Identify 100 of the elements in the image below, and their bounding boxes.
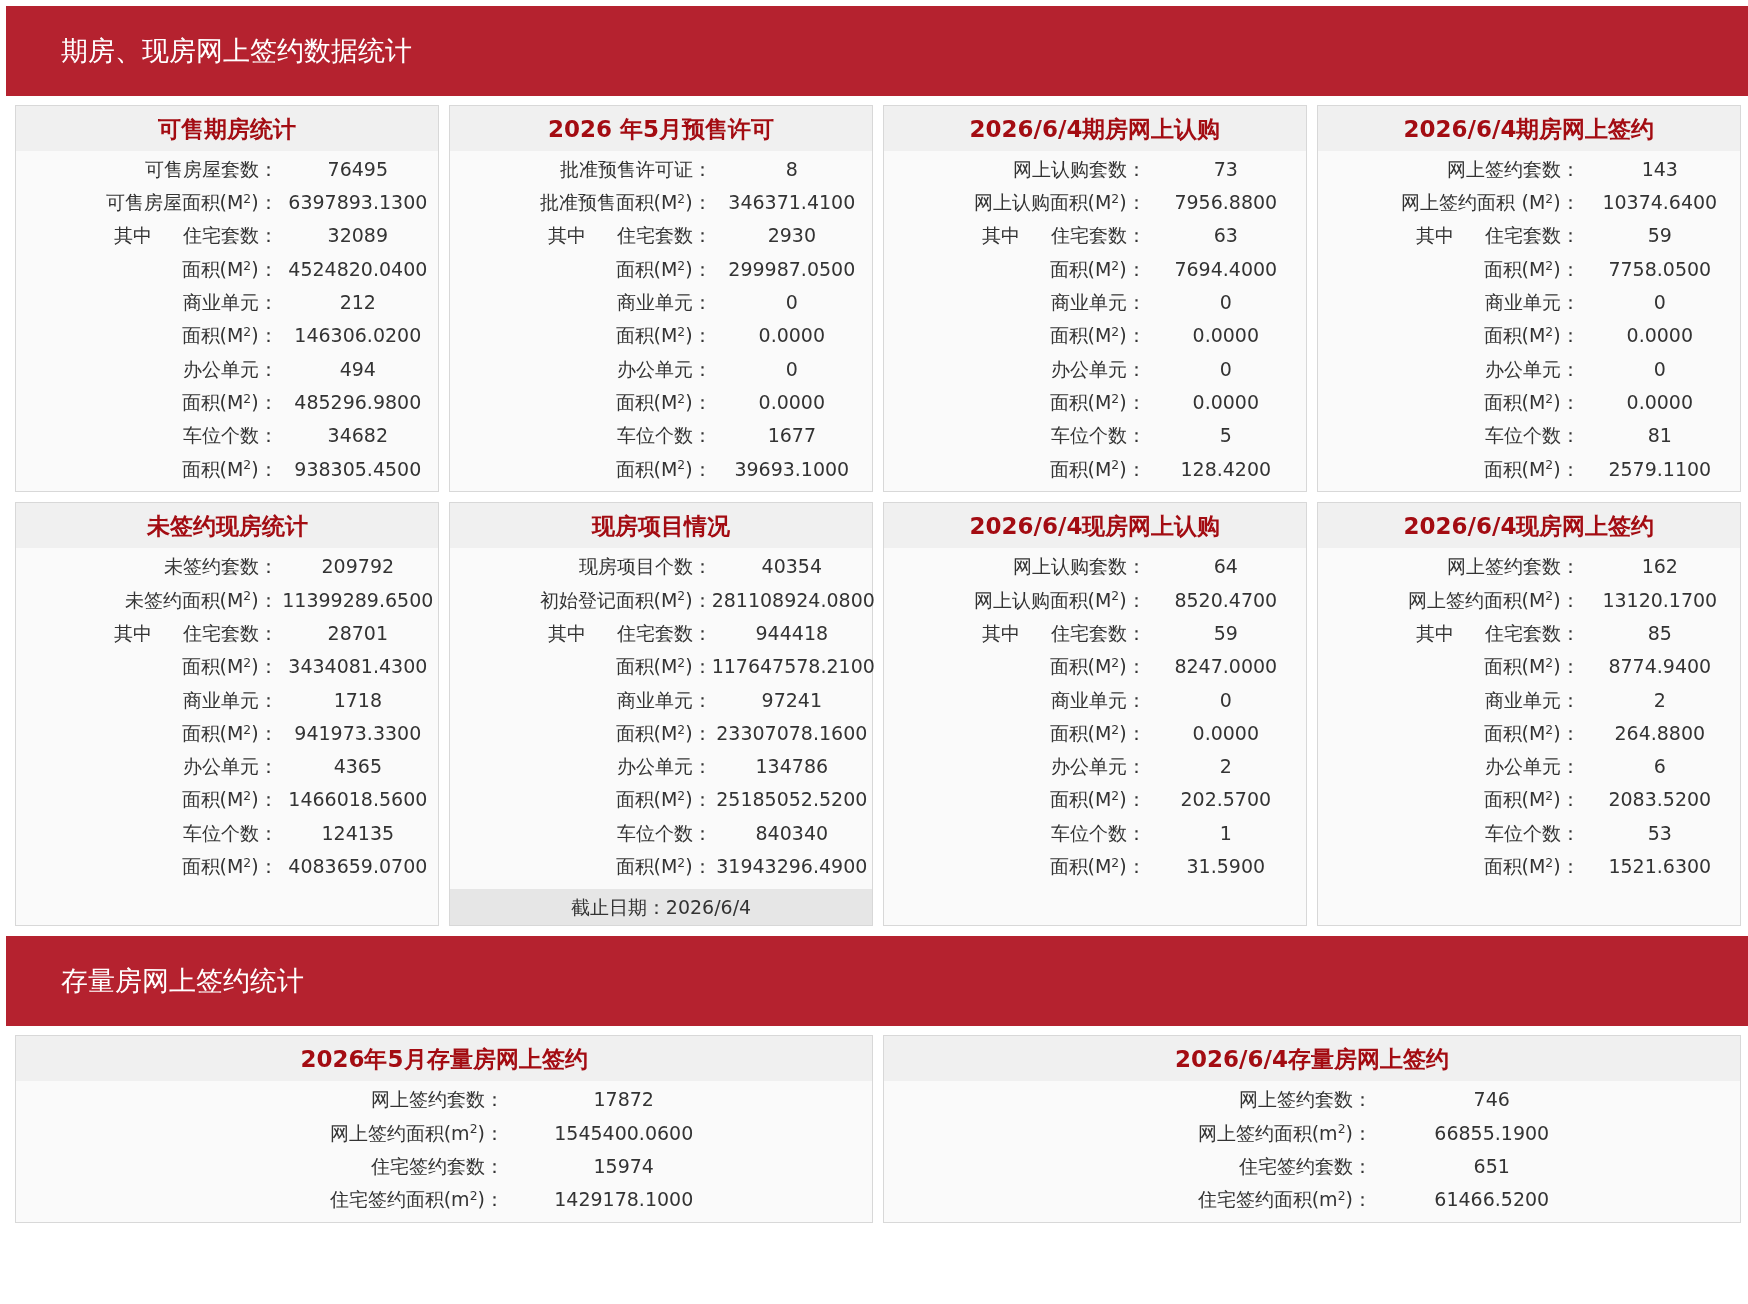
field-value: 146306.0200 (294, 324, 422, 347)
field-value: 0.0000 (1192, 390, 1260, 413)
field-value: 28701 (327, 621, 389, 644)
field-label: 住宅签约面积(m$^{2}$)： (1197, 1187, 1372, 1213)
field-label: 网上签约套数： (1238, 1087, 1372, 1113)
field-label: 住宅套数： (1050, 620, 1146, 646)
field-label: 住宅套数： (1050, 223, 1146, 249)
field-value: 651 (1473, 1154, 1510, 1177)
field-label: 面积(M$^{2}$)： (181, 456, 278, 482)
field-label: 办公单元： (1484, 754, 1580, 780)
panel-title: 2026/6/4存量房网上签约 (884, 1036, 1740, 1081)
field-value: 209792 (321, 555, 395, 578)
field-label: 办公单元： (616, 356, 712, 382)
field-value: 10374.6400 (1602, 191, 1718, 214)
field-value: 128.4200 (1180, 457, 1272, 480)
field-label: 商业单元： (616, 290, 712, 316)
field-label: 面积(M$^{2}$)： (1049, 323, 1146, 349)
field-value: 59 (1213, 621, 1238, 644)
field-value: 1466018.5600 (288, 788, 428, 811)
field-label: 办公单元： (182, 356, 278, 382)
field-label: 车位个数： (616, 820, 712, 846)
field-value: 0.0000 (758, 324, 826, 347)
field-label: 面积(M$^{2}$)： (181, 720, 278, 746)
group-label: 其中 (1416, 620, 1455, 646)
field-value: 117647578.2100 (711, 655, 875, 678)
field-value: 63 (1213, 224, 1238, 247)
field-label: 可售房屋套数： (144, 156, 278, 182)
field-value: 39693.1000 (734, 457, 850, 480)
group-label: 其中 (114, 223, 153, 249)
field-value: 31.5900 (1186, 855, 1266, 878)
field-label: 面积(M$^{2}$)： (1049, 654, 1146, 680)
field-value: 25185052.5200 (716, 788, 868, 811)
field-value: 299987.0500 (728, 257, 856, 280)
panel-title: 2026/6/4期房网上认购 (884, 106, 1306, 151)
field-label: 面积(M$^{2}$)： (181, 389, 278, 415)
field-label: 车位个数： (1484, 423, 1580, 449)
field-label: 住宅套数： (1484, 223, 1580, 249)
field-label: 面积(M$^{2}$)： (181, 323, 278, 349)
field-value: 5 (1219, 424, 1232, 447)
field-value: 124135 (321, 821, 395, 844)
field-value: 2579.1100 (1608, 457, 1712, 480)
field-label: 初始登记面积(M$^{2}$)： (539, 587, 712, 613)
field-value: 1677 (767, 424, 816, 447)
field-value: 0 (1653, 357, 1666, 380)
group-label: 其中 (548, 620, 587, 646)
field-value: 202.5700 (1180, 788, 1272, 811)
field-value: 941973.3300 (294, 721, 422, 744)
field-value: 4083659.0700 (288, 855, 428, 878)
field-label: 车位个数： (182, 820, 278, 846)
field-label: 网上签约面积 (M$^{2}$)： (1401, 190, 1580, 216)
group-label: 其中 (982, 620, 1021, 646)
field-label: 批准预售许可证： (559, 156, 712, 182)
field-value: 746 (1473, 1088, 1510, 1111)
field-value: 212 (339, 291, 376, 314)
field-value: 1545400.0600 (554, 1121, 694, 1144)
field-value: 281108924.0800 (711, 588, 875, 611)
field-value: 2 (1653, 688, 1666, 711)
field-label: 商业单元： (1484, 687, 1580, 713)
cutoff-date: 截止日期：2026/6/4 (450, 888, 872, 926)
field-label: 面积(M$^{2}$)： (1483, 323, 1580, 349)
field-label: 网上签约套数： (1446, 554, 1580, 580)
field-label: 面积(M$^{2}$)： (1483, 654, 1580, 680)
field-label: 商业单元： (182, 290, 278, 316)
field-label: 网上签约面积(m$^{2}$)： (329, 1120, 504, 1146)
field-value: 938305.4500 (294, 457, 422, 480)
field-value: 6397893.1300 (288, 191, 428, 214)
field-label: 住宅签约套数： (1238, 1153, 1372, 1179)
field-label: 面积(M$^{2}$)： (1049, 787, 1146, 813)
field-value: 0 (785, 357, 798, 380)
field-label: 面积(M$^{2}$)： (615, 854, 712, 880)
field-label: 商业单元： (182, 687, 278, 713)
field-value: 143 (1641, 157, 1678, 180)
field-label: 面积(M$^{2}$)： (1483, 720, 1580, 746)
field-label: 住宅套数： (616, 223, 712, 249)
field-label: 住宅套数： (182, 620, 278, 646)
field-value: 1 (1219, 821, 1232, 844)
field-value: 8247.0000 (1174, 655, 1278, 678)
field-label: 住宅套数： (182, 223, 278, 249)
field-value: 85 (1647, 621, 1672, 644)
field-value: 64 (1213, 555, 1238, 578)
field-value: 23307078.1600 (716, 721, 868, 744)
field-value: 8520.4700 (1174, 588, 1278, 611)
field-label: 面积(M$^{2}$)： (1049, 389, 1146, 415)
field-label: 网上认购面积(M$^{2}$)： (973, 587, 1146, 613)
panel-title: 未签约现房统计 (16, 503, 438, 548)
field-value: 1718 (333, 688, 382, 711)
field-value: 8 (785, 157, 798, 180)
field-label: 面积(M$^{2}$)： (1049, 854, 1146, 880)
field-value: 32089 (327, 224, 389, 247)
field-value: 4524820.0400 (288, 257, 428, 280)
field-label: 面积(M$^{2}$)： (1483, 787, 1580, 813)
field-label: 车位个数： (1484, 820, 1580, 846)
field-label: 现房项目个数： (578, 554, 712, 580)
field-value: 0 (1219, 357, 1232, 380)
field-label: 未签约面积(M$^{2}$)： (124, 587, 278, 613)
field-label: 网上认购面积(M$^{2}$)： (973, 190, 1146, 216)
field-value: 34682 (327, 424, 389, 447)
field-label: 可售房屋面积(M$^{2}$)： (105, 190, 278, 216)
field-label: 网上认购套数： (1012, 156, 1146, 182)
field-value: 1521.6300 (1608, 855, 1712, 878)
